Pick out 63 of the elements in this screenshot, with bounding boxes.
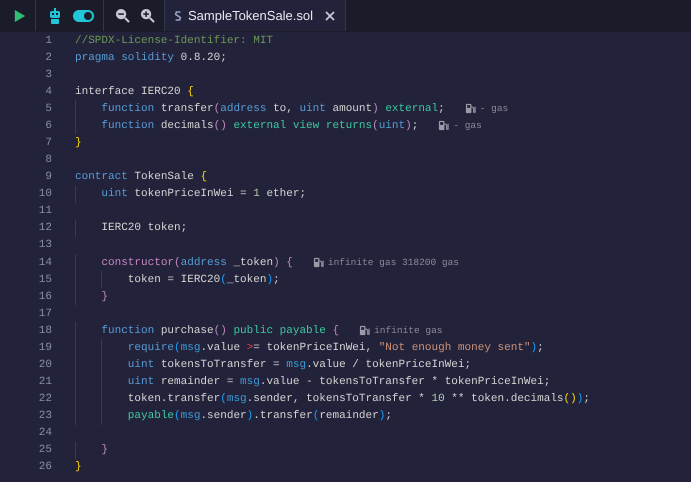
gas-estimate: infinite gas 318200 gas	[328, 257, 459, 268]
code-line: }	[75, 461, 82, 474]
line-number: 8	[44, 154, 53, 166]
zoom-out-icon[interactable]	[115, 8, 130, 23]
code-line: }	[100, 444, 108, 456]
line-number: 9	[44, 171, 53, 184]
line-number: 5	[44, 102, 53, 115]
code-line: uint remainder = msg.value - tokensToTransfer * tokenPriceInWei;	[126, 376, 550, 388]
file-tab[interactable]: SampleTokenSale.sol	[165, 0, 346, 31]
code-line: IERC20 token;	[100, 222, 188, 234]
line-number: 2	[44, 52, 53, 64]
code-line: contract TokenSale {	[75, 171, 208, 184]
line-number: 21	[38, 376, 53, 388]
line-number: 3	[44, 68, 53, 81]
line-number: 20	[38, 359, 53, 372]
play-icon[interactable]	[14, 8, 26, 22]
code-line: interface IERC20 {	[75, 86, 194, 98]
line-number: 13	[38, 239, 53, 252]
line-number: 1	[44, 34, 53, 47]
code-line: }	[75, 137, 82, 149]
line-number: 11	[38, 205, 53, 218]
line-number: 18	[38, 324, 53, 337]
line-number: 16	[38, 290, 53, 303]
code-line: uint tokenPriceInWei = 1 ether;	[100, 188, 306, 200]
code-line: function purchase() public payable {	[100, 324, 340, 337]
toggle-switch[interactable]	[73, 10, 94, 22]
line-number: 17	[38, 308, 53, 320]
line-number: 10	[38, 188, 53, 200]
robot-icon[interactable]	[47, 8, 63, 24]
tab-title: SampleTokenSale.sol	[188, 8, 314, 23]
line-number: 4	[44, 86, 53, 98]
code-line: constructor(address _token) {	[100, 256, 293, 269]
code-line: }	[100, 290, 108, 303]
zoom-in-icon[interactable]	[140, 8, 155, 23]
code-line: token.transfer(msg.sender, tokensToTransfer * 10 ** token.decimals());	[126, 393, 590, 406]
code-line: //SPDX-License-Identifier: MIT	[75, 34, 274, 47]
fuel-pump-icon	[464, 103, 476, 114]
gas-estimate: infinite gas	[374, 325, 442, 336]
line-number: 25	[38, 444, 53, 456]
code-line: pragma solidity 0.8.20;	[75, 52, 227, 64]
fuel-pump-icon	[359, 325, 370, 336]
line-number: 7	[44, 137, 53, 149]
code-line: token = IERC20(_token);	[126, 274, 280, 286]
line-number: 12	[38, 222, 53, 234]
line-number: 23	[38, 410, 53, 422]
fuel-pump-icon	[312, 257, 324, 268]
gas-estimate: - gas	[453, 120, 482, 132]
code-line: uint tokensToTransfer = msg.value / tokenPriceInWei;	[126, 359, 472, 372]
line-number: 6	[44, 120, 53, 132]
close-icon[interactable]	[325, 10, 336, 20]
line-number: 15	[38, 274, 53, 286]
code-line: function transfer(address to, uint amount) external;	[100, 102, 445, 115]
line-number: 26	[38, 461, 53, 474]
fuel-pump-icon	[438, 120, 450, 132]
code-line: require(msg.value >= tokenPriceInWei, "Not enough money sent");	[126, 342, 544, 354]
gas-estimate: - gas	[480, 103, 508, 114]
solidity-file-icon	[174, 10, 182, 22]
line-number: 14	[38, 256, 53, 269]
code-line: function decimals() external view returns(uint);	[100, 120, 418, 132]
line-number: 22	[38, 393, 53, 406]
line-number: 24	[38, 427, 53, 440]
line-number: 19	[38, 342, 53, 354]
code-line: payable(msg.sender).transfer(remainder);	[126, 410, 392, 422]
